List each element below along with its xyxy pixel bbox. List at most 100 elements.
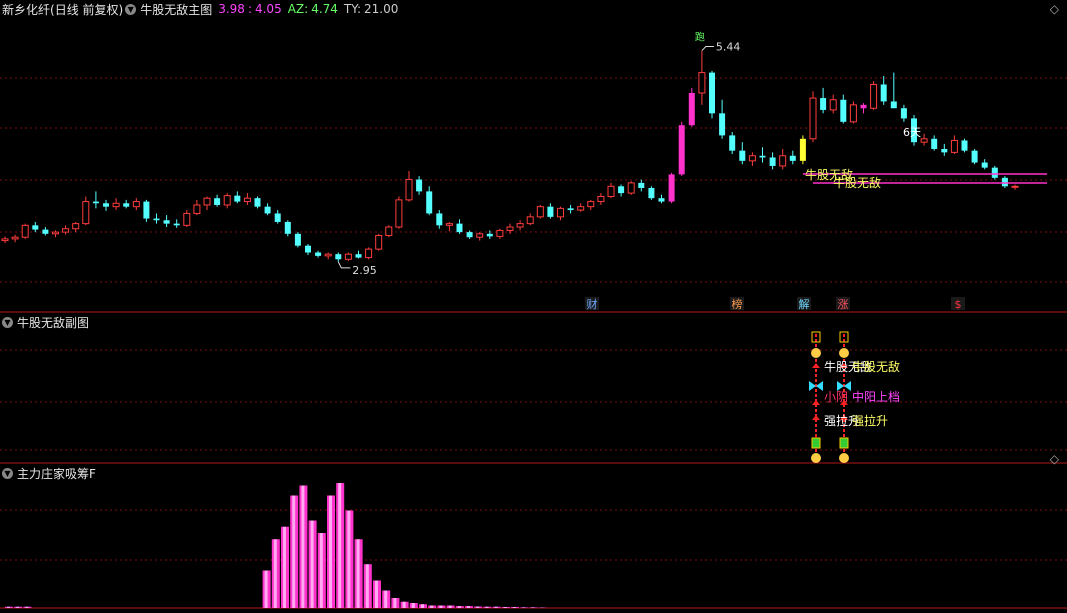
candle-body[interactable] <box>294 233 301 246</box>
candle-body[interactable] <box>32 225 39 230</box>
candle-body[interactable] <box>436 213 443 226</box>
candle-body[interactable] <box>62 228 70 233</box>
candle-body[interactable] <box>931 138 938 149</box>
candle-body[interactable] <box>274 213 281 222</box>
candle-body[interactable] <box>305 245 311 253</box>
candle-body[interactable] <box>193 204 201 214</box>
candle-body[interactable] <box>971 150 978 163</box>
candle-body[interactable] <box>536 206 544 218</box>
candle-body[interactable] <box>11 236 19 240</box>
candle-body[interactable] <box>870 83 878 109</box>
candle-body[interactable] <box>52 231 59 235</box>
candle-body[interactable] <box>799 138 806 161</box>
candle-body[interactable] <box>729 135 736 151</box>
candle-body[interactable] <box>748 155 756 162</box>
candle-body[interactable] <box>344 253 352 260</box>
candle-body[interactable] <box>779 155 787 167</box>
candle-body[interactable] <box>264 206 271 214</box>
candle-body[interactable] <box>284 221 291 234</box>
candle-body[interactable] <box>243 197 251 203</box>
candle-body[interactable] <box>789 155 796 161</box>
candle-body[interactable] <box>395 199 403 228</box>
candle-body[interactable] <box>42 229 49 234</box>
candle-body[interactable] <box>132 201 140 208</box>
candle-body[interactable] <box>214 198 221 205</box>
candle-body[interactable] <box>648 188 655 199</box>
candle-body[interactable] <box>759 155 766 158</box>
candle-body[interactable] <box>627 182 635 194</box>
candle-body[interactable] <box>375 235 383 250</box>
candle-body[interactable] <box>486 233 493 237</box>
candle-body[interactable] <box>254 198 261 207</box>
candle-body[interactable] <box>638 182 645 188</box>
candle-body[interactable] <box>698 72 706 94</box>
candle-body[interactable] <box>829 99 837 111</box>
candle-body[interactable] <box>21 224 29 238</box>
candle-body[interactable] <box>183 212 191 226</box>
candle-body[interactable] <box>607 185 615 197</box>
candle-body[interactable] <box>709 72 715 114</box>
candle-body[interactable] <box>496 229 504 237</box>
candle-body[interactable] <box>557 207 564 218</box>
candle-body[interactable] <box>385 226 393 237</box>
candle-body[interactable] <box>678 125 685 175</box>
candle-body[interactable] <box>547 206 554 217</box>
candle-body[interactable] <box>506 226 514 231</box>
candle-body[interactable] <box>203 197 211 206</box>
candle-body[interactable] <box>1011 185 1019 188</box>
candle-body[interactable] <box>365 248 373 259</box>
candle-body[interactable] <box>860 104 867 109</box>
candle-body[interactable] <box>941 148 948 153</box>
candle-body[interactable] <box>426 191 433 214</box>
candle-body[interactable] <box>597 195 605 203</box>
candle-body[interactable] <box>688 92 695 126</box>
candle-body[interactable] <box>769 157 776 166</box>
candle-body[interactable] <box>1 238 9 242</box>
main-expand-icon[interactable]: ◇ <box>1050 2 1059 16</box>
candle-body[interactable] <box>820 98 827 110</box>
candle-body[interactable] <box>103 203 109 207</box>
candle-body[interactable] <box>719 113 726 136</box>
candle-body[interactable] <box>668 174 675 202</box>
indicator-name[interactable]: 牛股无敌主图 <box>140 1 212 18</box>
candle-body[interactable] <box>587 201 595 208</box>
vol-panel-title[interactable]: 主力庄家吸筹F <box>17 465 96 482</box>
candle-body[interactable] <box>739 150 746 161</box>
sub-panel-title[interactable]: 牛股无敌副图 <box>17 314 89 331</box>
candle-body[interactable] <box>809 97 817 140</box>
candle-body[interactable] <box>840 99 847 122</box>
candle-body[interactable] <box>335 254 342 260</box>
candle-body[interactable] <box>991 167 998 178</box>
candle-body[interactable] <box>981 162 988 168</box>
candle-body[interactable] <box>880 84 887 102</box>
candle-body[interactable] <box>900 108 907 119</box>
sub-indicator-menu-icon[interactable]: ▼ <box>2 316 13 328</box>
candle-body[interactable] <box>466 232 473 238</box>
candle-body[interactable] <box>416 179 423 192</box>
candle-body[interactable] <box>890 101 897 109</box>
candle-body[interactable] <box>234 195 241 202</box>
candle-body[interactable] <box>92 201 99 204</box>
candle-body[interactable] <box>516 223 524 228</box>
candle-body[interactable] <box>123 203 130 207</box>
candle-body[interactable] <box>961 140 968 151</box>
candle-body[interactable] <box>153 218 160 221</box>
candle-body[interactable] <box>72 223 80 230</box>
sub-expand-icon[interactable]: ◇ <box>1050 452 1059 466</box>
candle-body[interactable] <box>355 254 362 258</box>
candle-body[interactable] <box>223 195 231 206</box>
candle-body[interactable] <box>950 139 958 153</box>
candle-body[interactable] <box>324 253 332 257</box>
candle-body[interactable] <box>658 198 665 202</box>
candle-body[interactable] <box>577 206 585 211</box>
candle-body[interactable] <box>163 220 170 224</box>
candle-body[interactable] <box>920 138 928 143</box>
candle-body[interactable] <box>405 179 413 201</box>
candle-body[interactable] <box>456 223 463 233</box>
chart-canvas[interactable]: 5.44跑2.95牛股无敌牛股无敌6天财榜解涨 $牛股无敌牛股无敌小阴 中阳上档强拉… <box>0 0 1067 613</box>
vol-indicator-menu-icon[interactable]: ▼ <box>2 467 13 479</box>
candle-body[interactable] <box>112 202 120 208</box>
candle-body[interactable] <box>82 201 90 225</box>
candle-body[interactable] <box>476 233 484 238</box>
candle-body[interactable] <box>445 223 453 226</box>
